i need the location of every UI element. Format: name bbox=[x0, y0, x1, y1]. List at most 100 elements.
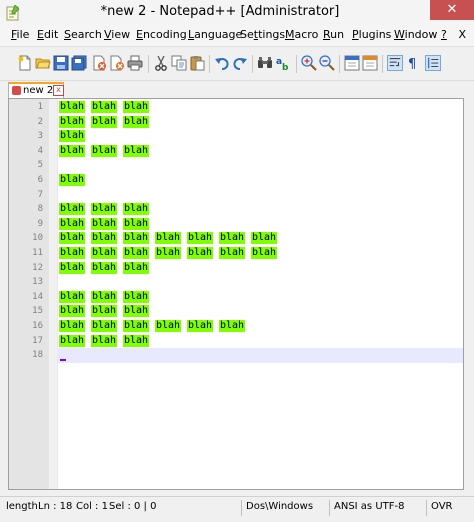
copy-icon[interactable] bbox=[171, 55, 187, 71]
menu-run[interactable]: Run bbox=[323, 28, 344, 41]
tab-label: new 2 bbox=[23, 85, 54, 96]
window-close-button[interactable]: ✕ bbox=[430, 0, 474, 20]
editor-line: 12 blah blah blah bbox=[9, 261, 463, 276]
highlighted-word: blah bbox=[155, 320, 182, 332]
highlighted-word: blah bbox=[123, 232, 150, 245]
menu-macro[interactable]: Macro bbox=[285, 28, 318, 41]
line-number: 11 bbox=[32, 248, 43, 258]
editor-pane[interactable]: 1 blah blah blah 2 blah blah blah 3 blah 4 blah blah… bbox=[8, 98, 464, 490]
status-divider bbox=[329, 500, 330, 516]
editor-line: 8 blah blah blah bbox=[9, 202, 463, 217]
editor-line: 9 blah blah blah bbox=[9, 217, 463, 232]
highlighted-word: blah bbox=[187, 247, 214, 259]
highlighted-word: blah bbox=[219, 247, 246, 259]
toolbar-separator bbox=[339, 55, 340, 73]
highlighted-word: blah bbox=[91, 334, 118, 347]
paste-icon[interactable] bbox=[189, 55, 205, 71]
menu-settings[interactable]: Settings bbox=[240, 28, 285, 41]
highlighted-word: blah bbox=[155, 232, 182, 245]
line-number: 3 bbox=[37, 131, 43, 142]
zoom-in-icon[interactable] bbox=[301, 55, 317, 71]
zoom-out-icon[interactable] bbox=[319, 55, 335, 71]
new-file-icon[interactable] bbox=[17, 55, 33, 71]
menu-language[interactable]: Language bbox=[188, 28, 242, 41]
sync-horizontal-icon[interactable] bbox=[362, 55, 378, 71]
menu-window[interactable]: Window bbox=[394, 28, 437, 41]
highlighted-word: blah bbox=[219, 320, 246, 332]
open-file-icon[interactable] bbox=[35, 55, 51, 71]
tab-close-icon[interactable]: x bbox=[53, 85, 64, 96]
highlighted-word: blah bbox=[187, 320, 214, 332]
highlighted-word: blah bbox=[123, 334, 150, 347]
show-all-chars-icon[interactable]: ¶ bbox=[405, 55, 421, 71]
close-file-icon[interactable] bbox=[91, 55, 107, 71]
menu-edit[interactable]: Edit bbox=[37, 28, 58, 41]
status-selection: Sel : 0 | 0 bbox=[109, 501, 157, 512]
menu-search[interactable]: Search bbox=[64, 28, 102, 41]
editor-line: 1 blah blah blah bbox=[9, 100, 463, 115]
editor-line: 17 blah blah blah bbox=[9, 334, 463, 349]
editor-line: 15 blah blah blah bbox=[9, 304, 463, 319]
undo-icon[interactable] bbox=[214, 55, 230, 71]
cut-icon[interactable] bbox=[153, 55, 169, 71]
sync-vertical-icon[interactable] bbox=[344, 55, 360, 71]
highlighted-word: blah bbox=[91, 320, 118, 332]
line-number: 12 bbox=[32, 262, 43, 273]
menu-view[interactable]: View bbox=[104, 28, 130, 41]
replace-icon[interactable]: ab bbox=[275, 55, 291, 71]
editor-line: 7 bbox=[9, 188, 463, 203]
highlighted-word: blah bbox=[59, 101, 86, 113]
svg-text:b: b bbox=[282, 63, 289, 71]
line-number: 2 bbox=[37, 116, 43, 127]
status-bar: length Ln : 18 Col : 1 Sel : 0 | 0 Dos\W… bbox=[0, 496, 474, 522]
line-number: 8 bbox=[37, 204, 43, 215]
menu-help[interactable]: ? bbox=[441, 28, 447, 41]
highlighted-word: blah bbox=[59, 217, 86, 230]
save-all-icon[interactable] bbox=[71, 55, 87, 71]
menu-file[interactable]: File bbox=[11, 28, 29, 41]
highlighted-word: blah bbox=[251, 232, 278, 245]
highlighted-word: blah bbox=[59, 305, 86, 318]
indent-guide-icon[interactable] bbox=[425, 55, 441, 71]
highlighted-word: blah bbox=[219, 232, 246, 245]
redo-icon[interactable] bbox=[232, 55, 248, 71]
highlighted-word: blah bbox=[155, 247, 182, 259]
editor-line: 5 bbox=[9, 158, 463, 173]
highlighted-word: blah bbox=[91, 261, 118, 274]
word-wrap-icon[interactable] bbox=[387, 55, 403, 71]
highlighted-word: blah bbox=[59, 130, 86, 143]
toolbar-separator bbox=[148, 55, 149, 73]
highlighted-word: blah bbox=[91, 101, 118, 113]
status-divider bbox=[426, 500, 427, 516]
highlighted-word: blah bbox=[123, 290, 150, 303]
line-number: 14 bbox=[32, 291, 43, 302]
highlighted-word: blah bbox=[59, 174, 86, 186]
document-close-button[interactable]: X bbox=[458, 28, 466, 41]
line-number: 17 bbox=[32, 335, 43, 346]
title-bar: *new 2 - Notepad++ [Administrator] ✕ bbox=[0, 0, 474, 26]
line-number: 6 bbox=[37, 175, 43, 185]
menu-plugins[interactable]: Plugins bbox=[352, 28, 391, 41]
status-encoding: ANSI as UTF-8 bbox=[334, 501, 405, 512]
highlighted-word: blah bbox=[91, 115, 118, 128]
find-icon[interactable] bbox=[257, 55, 273, 71]
menu-bar: File Edit Search View Encoding Language Settin… bbox=[0, 26, 474, 47]
highlighted-word: blah bbox=[91, 290, 118, 303]
line-number: 15 bbox=[32, 306, 43, 317]
line-number: 13 bbox=[32, 277, 43, 288]
line-number: 7 bbox=[37, 189, 43, 200]
editor-line: 13 bbox=[9, 275, 463, 290]
highlighted-word: blah bbox=[251, 247, 278, 259]
print-icon[interactable] bbox=[127, 55, 143, 71]
menu-encoding[interactable]: Encoding bbox=[136, 28, 187, 41]
highlighted-word: blah bbox=[59, 247, 86, 259]
highlighted-word: blah bbox=[59, 203, 86, 216]
highlighted-word: blah bbox=[91, 232, 118, 245]
toolbar-separator bbox=[209, 55, 210, 73]
toolbar-separator bbox=[252, 55, 253, 73]
tab-new-2[interactable]: new 2 x bbox=[8, 82, 64, 98]
highlighted-word: blah bbox=[91, 217, 118, 230]
status-divider bbox=[241, 500, 242, 516]
close-all-icon[interactable] bbox=[109, 55, 125, 71]
save-icon[interactable] bbox=[53, 55, 69, 71]
